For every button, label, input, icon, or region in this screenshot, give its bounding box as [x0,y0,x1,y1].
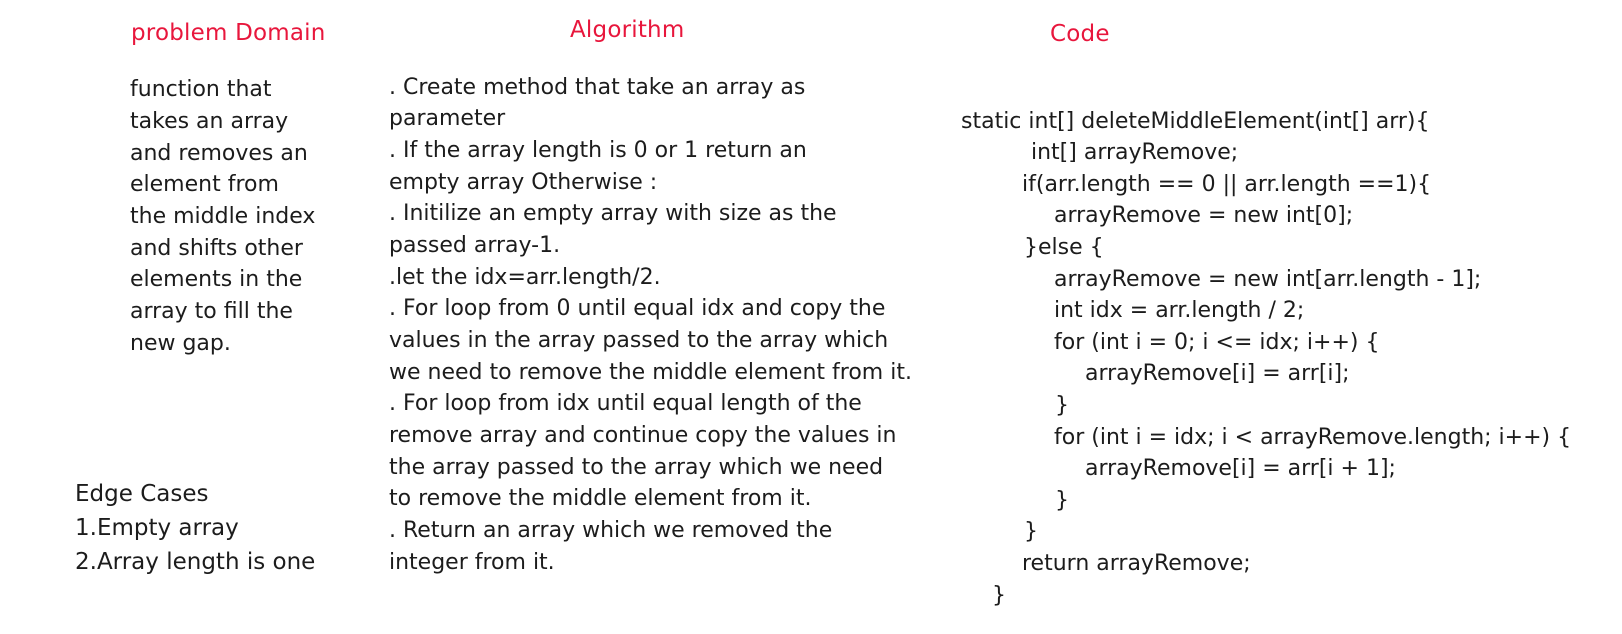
code-line: arrayRemove = new int[arr.length - 1]; [1054,267,1482,292]
algorithm-line: remove array and continue copy the value… [389,423,897,448]
code-line: for (int i = idx; i < arrayRemove.length… [1054,425,1572,450]
edge-cases-title: Edge Cases [75,481,209,507]
code-line: return arrayRemove; [1022,551,1251,576]
code-line: } [1024,519,1038,544]
algorithm-line: to remove the middle element from it. [389,486,812,511]
problem-domain-line: the middle index [130,204,316,229]
code-line: if(arr.length == 0 || arr.length ==1){ [1022,172,1432,197]
algorithm-line: . Initilize an empty array with size as … [389,201,837,226]
code-line: arrayRemove = new int[0]; [1054,203,1354,228]
code-line: } [1055,488,1069,513]
algorithm-line: . For loop from 0 until equal idx and co… [389,296,886,321]
problem-domain-line: element from [130,172,279,197]
algorithm-line: . Create method that take an array as [389,75,806,100]
problem-domain-line: array to fill the [130,299,293,324]
problem-domain-line: and removes an [130,141,308,166]
edge-case-item: 1.Empty array [75,515,239,541]
code-line: } [992,583,1006,608]
code-line: int[] arrayRemove; [1031,140,1239,165]
code-line: for (int i = 0; i <= idx; i++) { [1054,330,1380,355]
code-line: arrayRemove[i] = arr[i + 1]; [1085,456,1396,481]
problem-domain-line: function that [130,77,272,102]
algorithm-line: . Return an array which we removed the [389,518,833,543]
problem-domain-heading: problem Domain [131,20,326,46]
algorithm-line: integer from it. [389,550,555,575]
algorithm-line: we need to remove the middle element fro… [389,360,912,385]
algorithm-line: parameter [389,106,506,131]
code-line: int idx = arr.length / 2; [1054,298,1305,323]
code-line: }else { [1024,235,1104,260]
problem-domain-line: takes an array [130,109,289,134]
problem-domain-line: and shifts other [130,236,303,261]
algorithm-line: the array passed to the array which we n… [389,455,884,480]
algorithm-line: empty array Otherwise : [389,170,658,195]
problem-domain-line: new gap. [130,331,231,356]
algorithm-line: . If the array length is 0 or 1 return a… [389,138,807,163]
algorithm-line: .let the idx=arr.length/2. [389,265,661,290]
algorithm-line: passed array-1. [389,233,561,258]
algorithm-line: . For loop from idx until equal length o… [389,391,862,416]
code-heading: Code [1050,21,1110,47]
problem-domain-line: elements in the [130,267,303,292]
algorithm-line: values in the array passed to the array … [389,328,889,353]
algorithm-heading: Algorithm [570,17,685,43]
code-line: arrayRemove[i] = arr[i]; [1085,361,1350,386]
edge-case-item: 2.Array length is one [75,549,316,575]
code-line: } [1055,393,1069,418]
code-line: static int[] deleteMiddleElement(int[] a… [961,109,1430,134]
